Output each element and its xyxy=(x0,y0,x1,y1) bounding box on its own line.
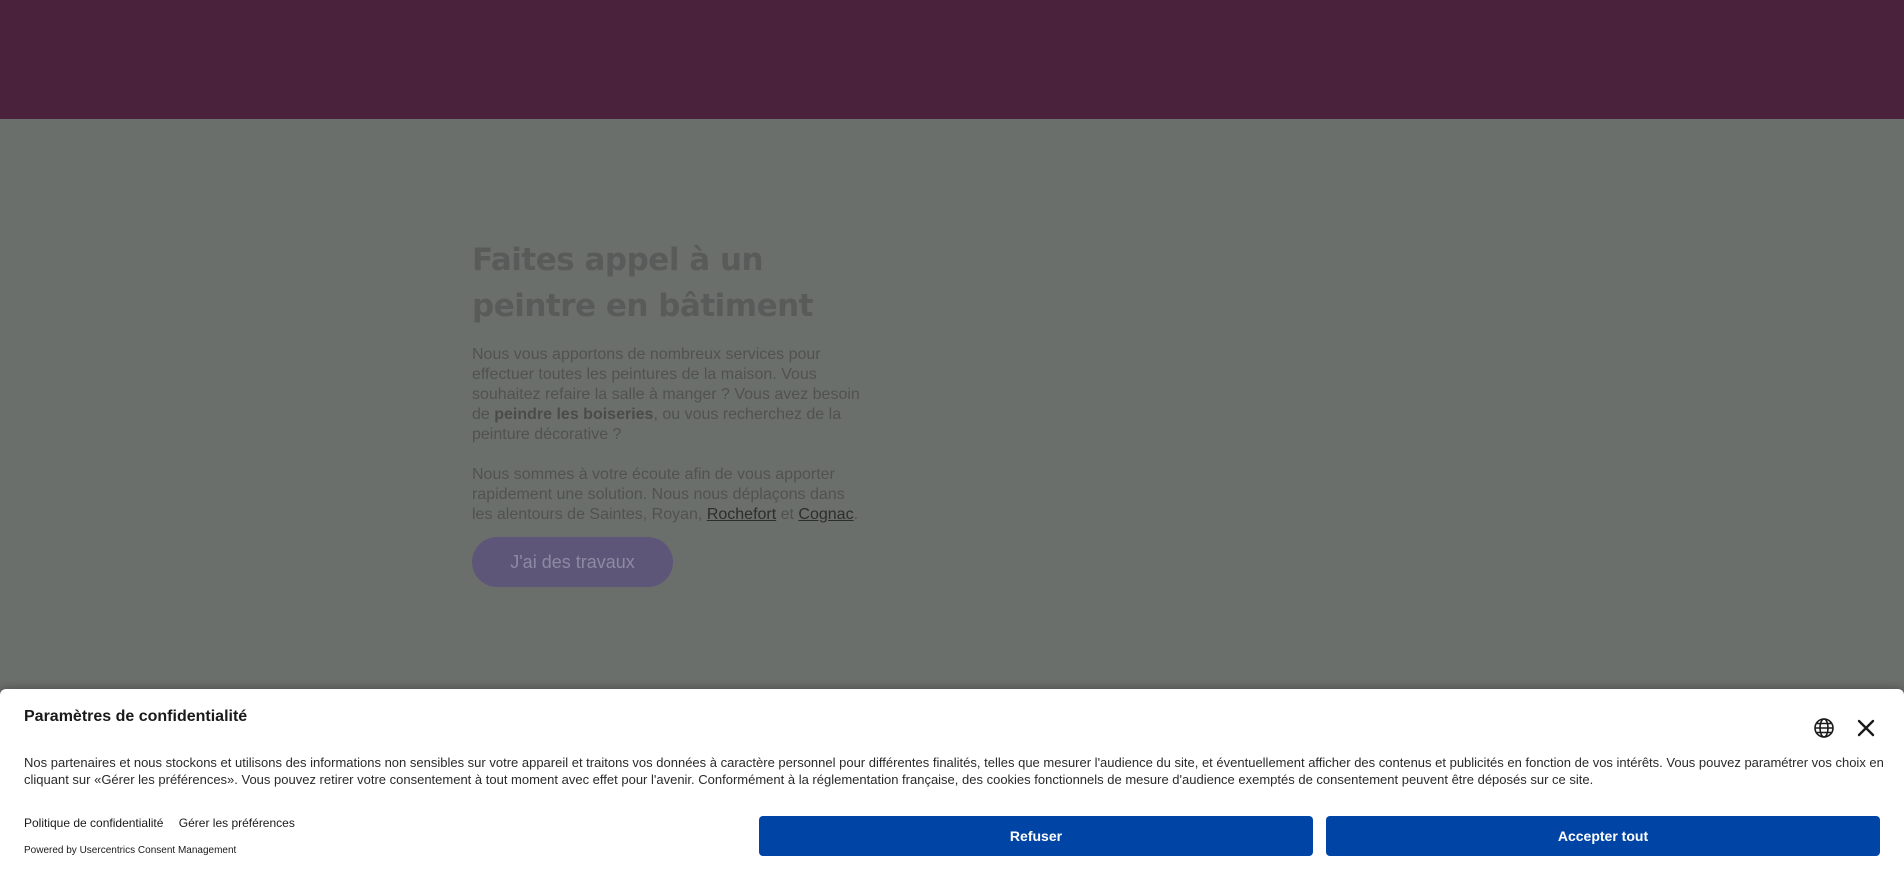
hero-title: Faites appel à un peintre en bâtiment xyxy=(472,242,814,324)
hero-paragraph-area: Nous sommes à votre écoute afin de vous … xyxy=(472,466,859,523)
consent-banner: Paramètres de confidentialité Nos parten… xyxy=(0,689,1904,880)
hero-content: Faites appel à un peintre en bâtiment No… xyxy=(472,237,867,587)
hero-paragraph-services: Nous vous apportons de nombreux services… xyxy=(472,346,860,443)
site-header xyxy=(0,0,1904,119)
rochefort-link[interactable]: Rochefort xyxy=(707,506,776,523)
globe-icon[interactable] xyxy=(1812,716,1836,740)
privacy-policy-link[interactable]: Politique de confidentialité xyxy=(24,816,163,830)
accept-all-button[interactable]: Accepter tout xyxy=(1326,816,1880,856)
hero-bold-boiseries: peindre les boiseries xyxy=(494,406,654,423)
close-icon[interactable] xyxy=(1854,716,1878,740)
cognac-link[interactable]: Cognac xyxy=(798,506,853,523)
consent-links: Politique de confidentialité Gérer les p… xyxy=(24,816,307,830)
consent-description: Nos partenaires et nous stockons et util… xyxy=(24,755,1884,787)
refuse-button[interactable]: Refuser xyxy=(759,816,1313,856)
request-works-button[interactable]: J'ai des travaux xyxy=(472,537,673,587)
consent-title: Paramètres de confidentialité xyxy=(24,708,248,725)
manage-preferences-link[interactable]: Gérer les préférences xyxy=(179,816,295,830)
powered-by-text: Powered by Usercentrics Consent Manageme… xyxy=(24,845,237,856)
